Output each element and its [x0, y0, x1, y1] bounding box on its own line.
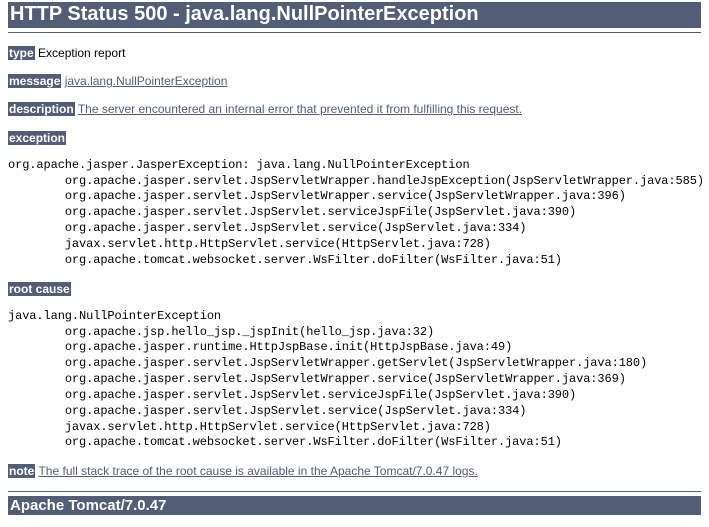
type-text: Exception report [35, 46, 126, 60]
note-label: note [8, 464, 35, 478]
exception-label: exception [8, 131, 66, 145]
type-label: type [8, 46, 35, 60]
note-link[interactable]: The full stack trace of the root cause i… [38, 464, 477, 478]
description-label: description [8, 102, 75, 116]
exception-trace: org.apache.jasper.JasperException: java.… [8, 158, 701, 269]
root-cause-label: root cause [8, 282, 71, 296]
message-line: message java.lang.NullPointerException [8, 73, 701, 89]
divider-top [8, 32, 701, 33]
message-link[interactable]: java.lang.NullPointerException [65, 74, 228, 88]
error-title: HTTP Status 500 - java.lang.NullPointerE… [8, 2, 701, 28]
server-version: Apache Tomcat/7.0.47 [8, 496, 701, 515]
message-label: message [8, 74, 61, 88]
divider-bottom [8, 491, 701, 492]
root-cause-line: root cause [8, 281, 701, 297]
description-link[interactable]: The server encountered an internal error… [78, 102, 522, 116]
root-cause-trace: java.lang.NullPointerException org.apach… [8, 309, 701, 451]
type-line: type Exception report [8, 45, 701, 61]
note-line: note The full stack trace of the root ca… [8, 463, 701, 479]
description-line: description The server encountered an in… [8, 101, 701, 117]
exception-line: exception [8, 130, 701, 146]
